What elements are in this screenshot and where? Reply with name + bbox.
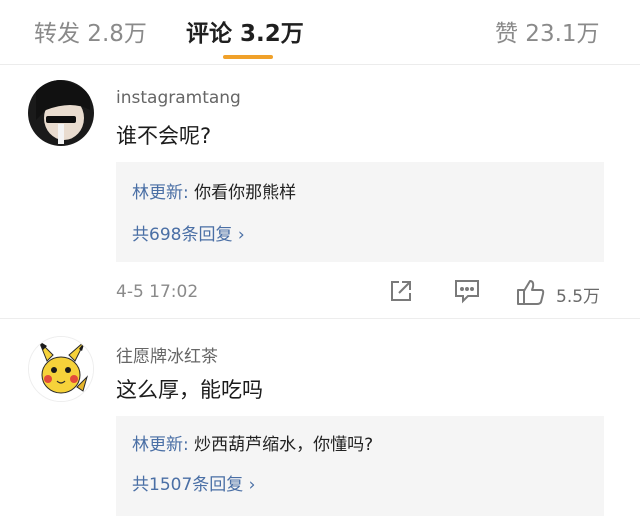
comment-footer: 4-5 17:02 5.5万 <box>116 278 616 308</box>
comment-tabs: 转发 2.8万 评论 3.2万 赞 23.1万 <box>0 0 640 64</box>
comment-separator <box>0 318 640 319</box>
tab-repost[interactable]: 转发 2.8万 <box>34 14 147 48</box>
reply-line: 林更新: 你看你那熊样 <box>132 178 296 203</box>
tabs-divider <box>0 64 640 65</box>
reply-line: 林更新: 炒西葫芦缩水，你懂吗? <box>132 430 373 455</box>
reply-preview[interactable]: 林更新: 炒西葫芦缩水，你懂吗? 共1507条回复 › <box>116 416 604 516</box>
comment-username[interactable]: instagramtang <box>116 88 241 108</box>
comment-icon[interactable] <box>453 278 481 304</box>
more-replies-link[interactable]: 共698条回复 › <box>132 220 245 245</box>
comment-text: 这么厚，能吃吗 <box>116 378 263 402</box>
comment-text: 谁不会呢? <box>116 124 212 148</box>
thumbs-up-icon[interactable] <box>516 278 546 306</box>
like-count: 5.5万 <box>556 287 601 307</box>
comment-item: instagramtang 谁不会呢? 林更新: 你看你那熊样 共698条回复 … <box>0 80 640 320</box>
avatar[interactable] <box>28 336 94 402</box>
reply-text: 炒西葫芦缩水，你懂吗? <box>188 435 374 455</box>
comment-item: 往愿牌冰红茶 这么厚，能吃吗 林更新: 炒西葫芦缩水，你懂吗? 共1507条回复… <box>0 336 640 530</box>
reply-text: 你看你那熊样 <box>188 183 297 203</box>
reply-preview[interactable]: 林更新: 你看你那熊样 共698条回复 › <box>116 162 604 262</box>
more-replies-link[interactable]: 共1507条回复 › <box>132 470 255 495</box>
tab-comments[interactable]: 评论 3.2万 <box>186 14 304 48</box>
comment-time: 4-5 17:02 <box>116 282 199 302</box>
avatar[interactable] <box>28 80 94 146</box>
reply-author[interactable]: 林更新: <box>132 183 189 203</box>
comment-username[interactable]: 往愿牌冰红茶 <box>116 342 218 367</box>
share-icon[interactable] <box>388 278 414 304</box>
tab-likes[interactable]: 赞 23.1万 <box>495 14 600 48</box>
reply-author[interactable]: 林更新: <box>132 435 189 455</box>
active-tab-indicator <box>223 55 273 59</box>
